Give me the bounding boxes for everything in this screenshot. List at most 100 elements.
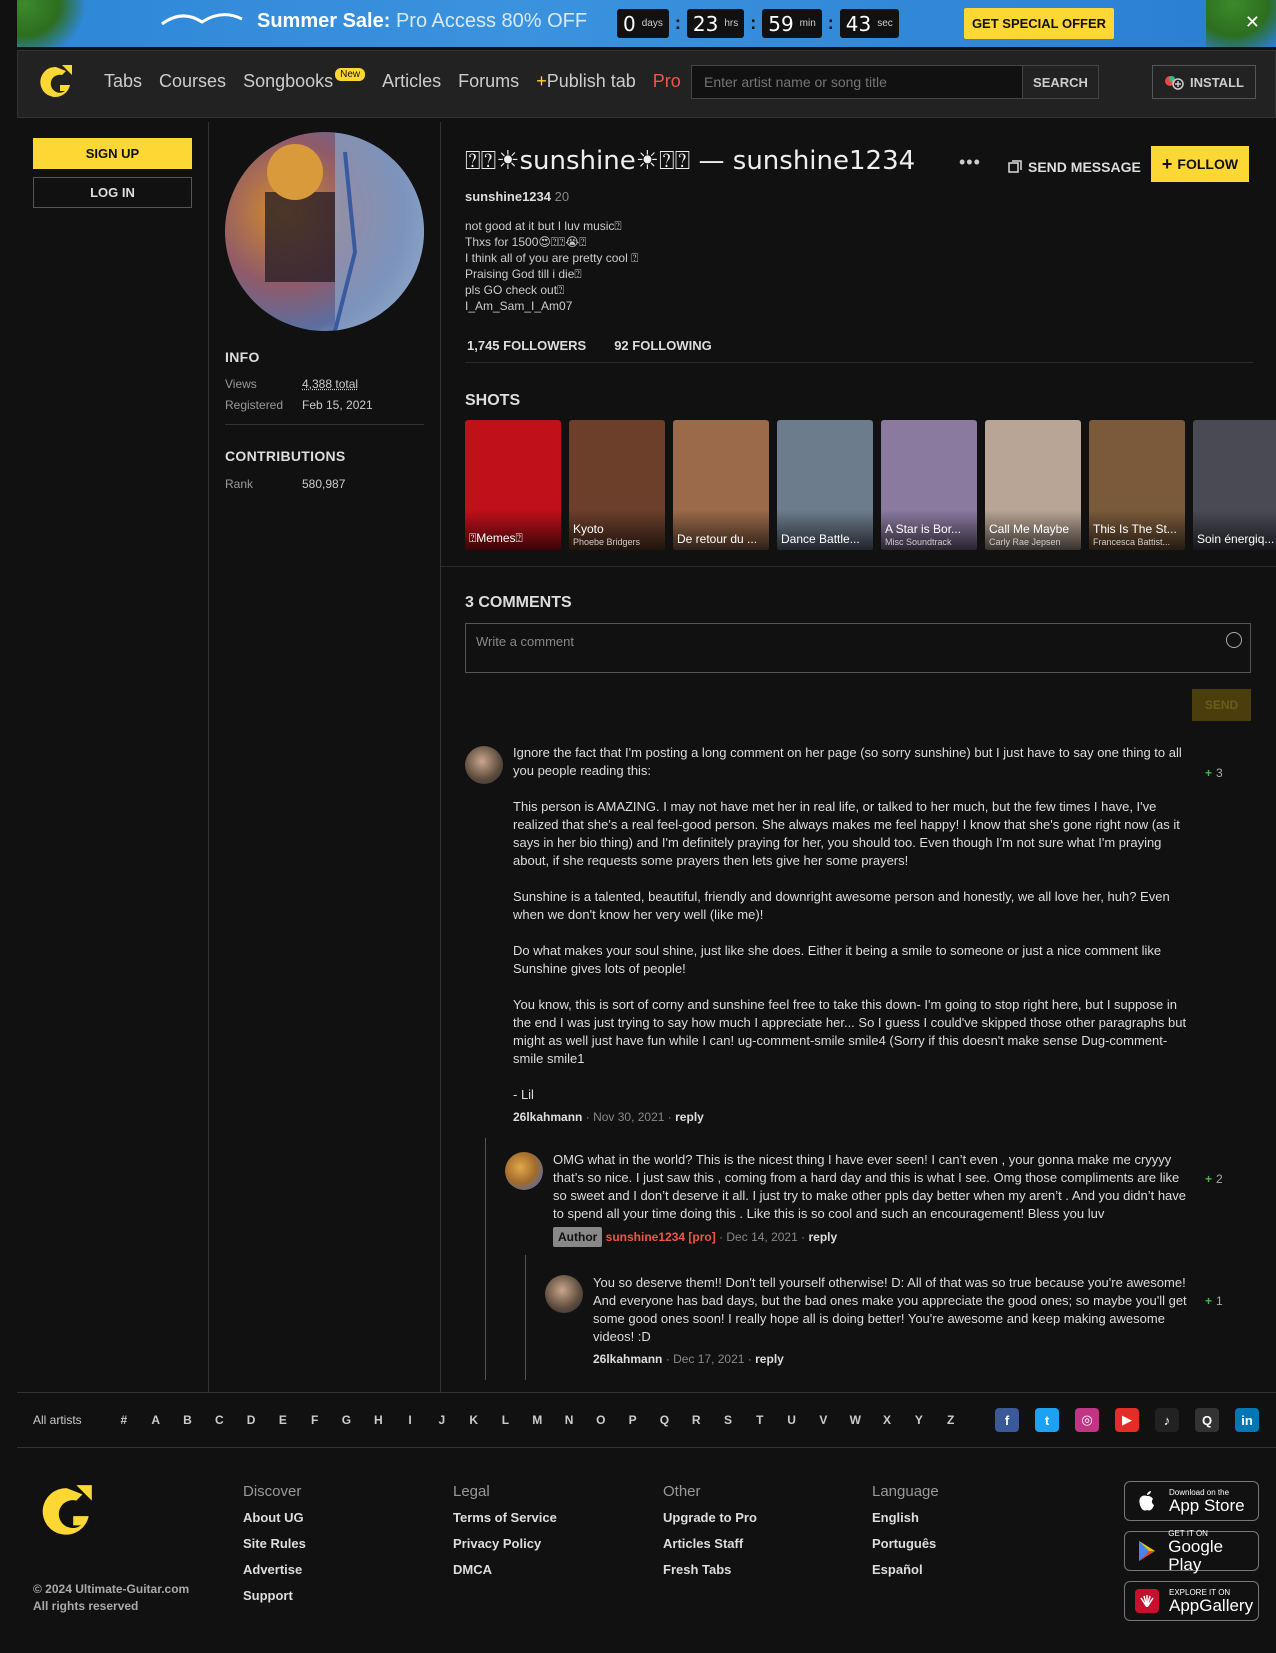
- letter-link[interactable]: W: [839, 1413, 871, 1427]
- comments-title: 3 COMMENTS: [465, 594, 572, 611]
- app-gallery-button[interactable]: EXPLORE IT ON AppGallery: [1124, 1581, 1259, 1621]
- more-options-icon[interactable]: •••: [959, 152, 981, 173]
- footer-link[interactable]: Support: [243, 1588, 306, 1603]
- footer-link[interactable]: Site Rules: [243, 1536, 306, 1551]
- letter-link[interactable]: #: [108, 1413, 140, 1427]
- shot-card[interactable]: Call Me Maybe Carly Rae Jepsen: [985, 420, 1081, 550]
- google-play-button[interactable]: GET IT ON Google Play: [1124, 1529, 1259, 1573]
- language-link[interactable]: Português: [872, 1536, 939, 1551]
- app-store-button[interactable]: Download on the App Store: [1124, 1481, 1259, 1521]
- shot-card[interactable]: Dance Battle...: [777, 420, 873, 550]
- search-input[interactable]: [692, 66, 1022, 98]
- shot-card[interactable]: Kyoto Phoebe Bridgers: [569, 420, 665, 550]
- letter-link[interactable]: V: [808, 1413, 840, 1427]
- letter-link[interactable]: K: [458, 1413, 490, 1427]
- nav-songbooks[interactable]: Songbooks New: [243, 68, 366, 92]
- main-content: ⍰⍰☀sunshine☀⍰⍰ — sunshine1234 sunshine12…: [441, 122, 1276, 1392]
- language-link[interactable]: Español: [872, 1562, 939, 1577]
- reply-link[interactable]: reply: [808, 1230, 837, 1244]
- all-artists-link[interactable]: All artists: [33, 1413, 82, 1427]
- letter-link[interactable]: L: [490, 1413, 522, 1427]
- follow-button[interactable]: + FOLLOW: [1151, 146, 1249, 182]
- letter-link[interactable]: T: [744, 1413, 776, 1427]
- facebook-icon[interactable]: f: [995, 1408, 1019, 1432]
- shot-card[interactable]: Soin énergiq...: [1193, 420, 1276, 550]
- letter-link[interactable]: U: [776, 1413, 808, 1427]
- letter-link[interactable]: O: [585, 1413, 617, 1427]
- emoji-icon[interactable]: [1226, 632, 1242, 648]
- instagram-icon[interactable]: ◎: [1075, 1408, 1099, 1432]
- letter-link[interactable]: M: [521, 1413, 553, 1427]
- footer-link[interactable]: Terms of Service: [453, 1510, 557, 1525]
- footer-link[interactable]: About UG: [243, 1510, 306, 1525]
- letter-link[interactable]: D: [235, 1413, 267, 1427]
- youtube-icon[interactable]: ▶: [1115, 1408, 1139, 1432]
- letter-link[interactable]: F: [299, 1413, 331, 1427]
- footer-link[interactable]: Privacy Policy: [453, 1536, 557, 1551]
- comment-author[interactable]: 26lkahmann: [593, 1352, 662, 1366]
- ug-logo-icon[interactable]: [38, 63, 74, 103]
- sign-up-button[interactable]: SIGN UP: [33, 138, 192, 169]
- comment-author[interactable]: sunshine1234 [pro]: [606, 1230, 716, 1244]
- footer-link[interactable]: Fresh Tabs: [663, 1562, 757, 1577]
- author-avatar[interactable]: [505, 1152, 543, 1190]
- letter-link[interactable]: C: [203, 1413, 235, 1427]
- comment-votes[interactable]: +1: [1205, 1294, 1223, 1308]
- letter-link[interactable]: P: [617, 1413, 649, 1427]
- following-link[interactable]: 92 FOLLOWING: [614, 338, 712, 353]
- nav-publish-tab[interactable]: +Publish tab: [536, 71, 636, 92]
- quora-icon[interactable]: Q: [1195, 1408, 1219, 1432]
- views-value[interactable]: 4,388 total: [302, 377, 358, 391]
- commenter-avatar[interactable]: [545, 1275, 583, 1313]
- search-button[interactable]: SEARCH: [1022, 66, 1098, 98]
- comment-author[interactable]: 26lkahmann: [513, 1110, 582, 1124]
- letter-link[interactable]: Y: [903, 1413, 935, 1427]
- comment-input[interactable]: Write a comment: [465, 623, 1251, 673]
- letter-link[interactable]: H: [362, 1413, 394, 1427]
- close-icon[interactable]: ✕: [1245, 12, 1260, 33]
- followers-link[interactable]: 1,745 FOLLOWERS: [467, 338, 586, 353]
- nav-articles[interactable]: Articles: [382, 71, 441, 92]
- nav-forums[interactable]: Forums: [458, 71, 519, 92]
- commenter-avatar[interactable]: [465, 746, 503, 784]
- site-header: Tabs Courses Songbooks New Articles Forum…: [17, 50, 1276, 118]
- special-offer-button[interactable]: GET SPECIAL OFFER: [964, 8, 1114, 39]
- nav-courses[interactable]: Courses: [159, 71, 226, 92]
- send-comment-button[interactable]: SEND: [1192, 689, 1251, 721]
- letter-link[interactable]: E: [267, 1413, 299, 1427]
- reply-link[interactable]: reply: [675, 1110, 704, 1124]
- linkedin-icon[interactable]: in: [1235, 1408, 1259, 1432]
- shot-card[interactable]: ⍰Memes⍰: [465, 420, 561, 550]
- install-button[interactable]: INSTALL: [1152, 65, 1256, 99]
- log-in-button[interactable]: LOG IN: [33, 177, 192, 208]
- letter-link[interactable]: Q: [649, 1413, 681, 1427]
- footer-link[interactable]: DMCA: [453, 1562, 557, 1577]
- letter-link[interactable]: Z: [935, 1413, 967, 1427]
- footer-link[interactable]: Articles Staff: [663, 1536, 757, 1551]
- letter-link[interactable]: B: [172, 1413, 204, 1427]
- language-link[interactable]: English: [872, 1510, 939, 1525]
- letter-link[interactable]: I: [394, 1413, 426, 1427]
- letter-link[interactable]: J: [426, 1413, 458, 1427]
- twitter-icon[interactable]: t: [1035, 1408, 1059, 1432]
- letter-link[interactable]: N: [553, 1413, 585, 1427]
- letter-link[interactable]: R: [680, 1413, 712, 1427]
- shot-card[interactable]: De retour du ...: [673, 420, 769, 550]
- comment-votes[interactable]: +2: [1205, 1172, 1223, 1186]
- footer-link[interactable]: Upgrade to Pro: [663, 1510, 757, 1525]
- letter-link[interactable]: A: [140, 1413, 172, 1427]
- letter-link[interactable]: S: [712, 1413, 744, 1427]
- reply-link[interactable]: reply: [755, 1352, 784, 1366]
- letter-link[interactable]: G: [331, 1413, 363, 1427]
- nav-pro[interactable]: Pro: [653, 71, 681, 92]
- footer-link[interactable]: Advertise: [243, 1562, 306, 1577]
- send-message-button[interactable]: SEND MESSAGE: [1008, 149, 1141, 185]
- comment-votes[interactable]: +3: [1205, 766, 1223, 780]
- shot-card[interactable]: A Star is Bor... Misc Soundtrack: [881, 420, 977, 550]
- shot-card[interactable]: This Is The St... Francesca Battist...: [1089, 420, 1185, 550]
- tiktok-icon[interactable]: ♪: [1155, 1408, 1179, 1432]
- nav-tabs[interactable]: Tabs: [104, 71, 142, 92]
- ug-logo-icon[interactable]: [39, 1482, 95, 1544]
- letter-link[interactable]: X: [871, 1413, 903, 1427]
- timer-hours: 23 hrs: [686, 9, 745, 38]
